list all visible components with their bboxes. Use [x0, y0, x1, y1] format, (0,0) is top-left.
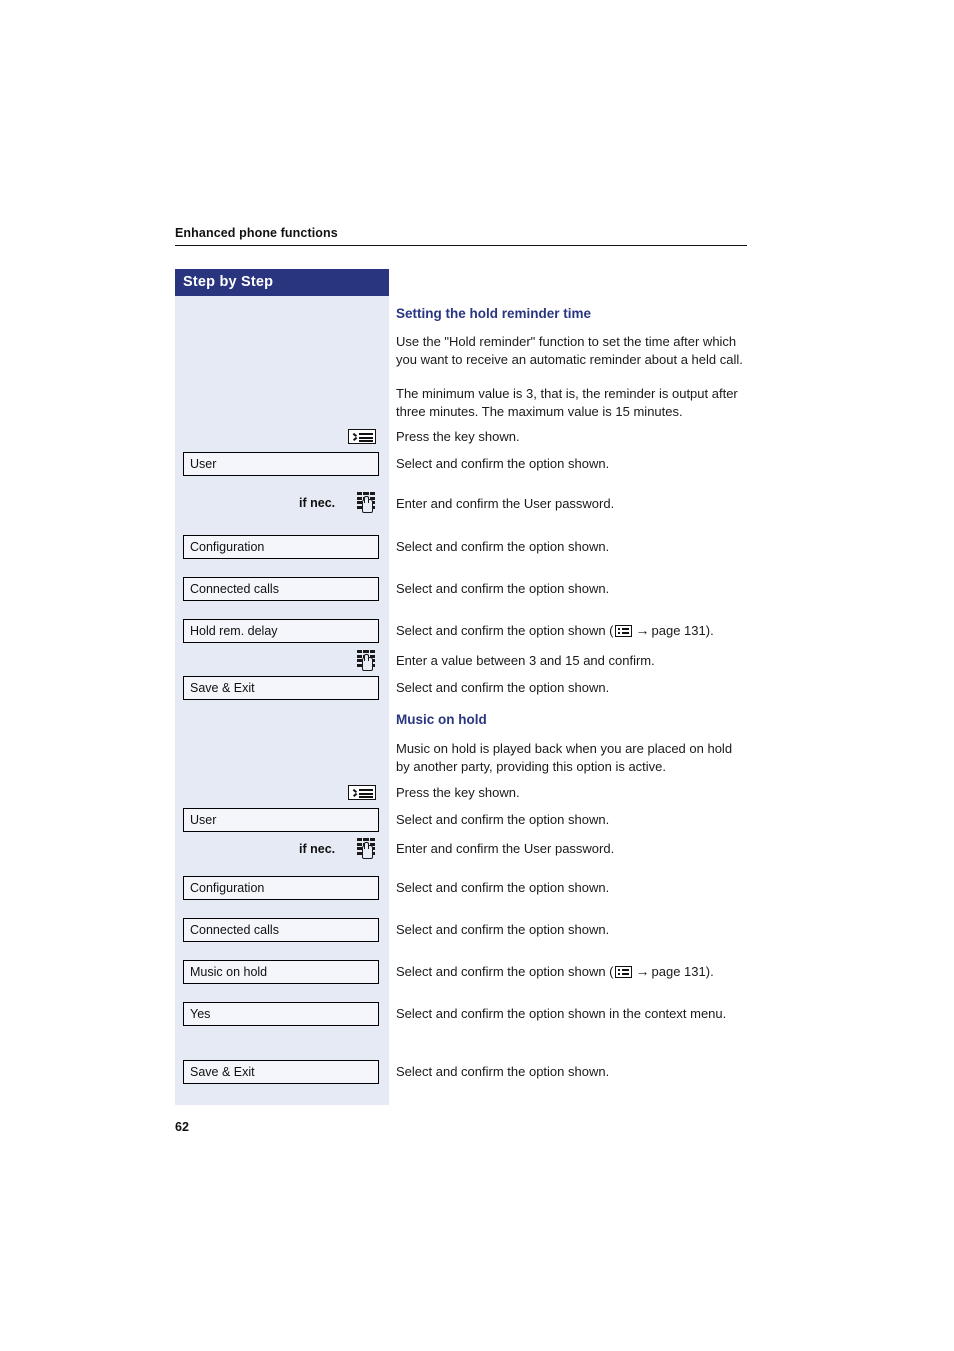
- step-left-cell: Music on hold: [175, 960, 389, 988]
- step-left-cell: [175, 784, 389, 808]
- step-row: Yes Select and confirm the option shown …: [175, 1002, 747, 1042]
- instruction-text-post: ).: [705, 964, 714, 979]
- display-option-box[interactable]: Connected calls: [183, 918, 379, 942]
- display-option-box[interactable]: Yes: [183, 1002, 379, 1026]
- step-row: Press the key shown.: [175, 428, 747, 452]
- section-intro-paragraph-1: Use the "Hold reminder" function to set …: [396, 334, 743, 367]
- menu-list-icon: [614, 966, 632, 978]
- section-intro-paragraph-2: The minimum value is 3, that is, the rem…: [396, 386, 738, 419]
- display-option-label: Connected calls: [190, 582, 279, 596]
- section-heading-music-on-hold: Music on hold: [396, 712, 487, 727]
- display-option-box[interactable]: Configuration: [183, 876, 379, 900]
- display-option-box[interactable]: Connected calls: [183, 577, 379, 601]
- step-row: Configuration Select and confirm the opt…: [175, 535, 747, 563]
- step-row: Press the key shown.: [175, 784, 747, 808]
- step-row: Music on hold Select and confirm the opt…: [175, 960, 747, 988]
- step-row: Save & Exit Select and confirm the optio…: [175, 1060, 747, 1088]
- step-row: if nec. Enter and confirm the User passw…: [175, 838, 747, 862]
- step-left-cell: if nec.: [175, 838, 389, 862]
- display-option-label: Music on hold: [190, 965, 268, 979]
- step-instruction: Press the key shown.: [396, 785, 520, 800]
- if-necessary-label: if nec.: [299, 842, 336, 856]
- document-page: Enhanced phone functions Step by Step Se…: [0, 0, 954, 1351]
- running-header-title: Enhanced phone functions: [175, 226, 338, 240]
- display-option-box[interactable]: User: [183, 452, 379, 476]
- step-instruction: Select and confirm the option shown.: [396, 581, 610, 596]
- display-option-box[interactable]: Music on hold: [183, 960, 379, 984]
- section-intro-paragraph-1: Music on hold is played back when you ar…: [396, 741, 733, 774]
- step-left-cell: [175, 650, 389, 674]
- step-left-cell: Save & Exit: [175, 676, 389, 704]
- step-row: User Select and confirm the option shown…: [175, 808, 747, 836]
- step-by-step-header: Step by Step: [175, 269, 389, 296]
- display-option-box[interactable]: Save & Exit: [183, 1060, 379, 1084]
- menu-list-icon: [614, 625, 632, 637]
- instruction-text-pre: Select and confirm the option shown (: [396, 623, 614, 638]
- step-instruction: Select and confirm the option shown.: [396, 539, 610, 554]
- arrow-right-icon: →: [635, 622, 650, 638]
- step-row: Connected calls Select and confirm the o…: [175, 918, 747, 946]
- step-row: User Select and confirm the option shown…: [175, 452, 747, 480]
- keypad-icon[interactable]: [357, 650, 375, 671]
- step-row: if nec. Enter and confirm the User passw…: [175, 492, 747, 516]
- step-instruction: Enter and confirm the User password.: [396, 496, 615, 511]
- display-option-box[interactable]: Save & Exit: [183, 676, 379, 700]
- if-necessary-label: if nec.: [299, 496, 336, 510]
- display-option-box[interactable]: Configuration: [183, 535, 379, 559]
- step-left-cell: Configuration: [175, 876, 389, 904]
- step-by-step-heading: Step by Step: [183, 274, 274, 290]
- step-instruction: Select and confirm the option shown.: [396, 880, 610, 895]
- step-left-cell: Save & Exit: [175, 1060, 389, 1088]
- display-option-label: Configuration: [190, 881, 265, 895]
- step-left-cell: User: [175, 808, 389, 836]
- step-instruction: Select and confirm the option shown.: [396, 1064, 610, 1079]
- step-left-cell: Configuration: [175, 535, 389, 563]
- instruction-text-pre: Select and confirm the option shown (: [396, 964, 614, 979]
- page-reference-link[interactable]: page 131: [652, 623, 706, 638]
- step-left-cell: [175, 428, 389, 452]
- display-option-label: Yes: [190, 1007, 211, 1021]
- step-row: Hold rem. delay Select and confirm the o…: [175, 619, 747, 647]
- step-instruction: Select and confirm the option shown ( → pa…: [396, 963, 747, 981]
- step-left-cell: User: [175, 452, 389, 480]
- step-left-cell: Connected calls: [175, 918, 389, 946]
- keypad-icon[interactable]: [357, 838, 375, 859]
- step-left-cell: Yes: [175, 1002, 389, 1042]
- step-row: Enter a value between 3 and 15 and confi…: [175, 650, 747, 674]
- step-instruction: Select and confirm the option shown.: [396, 680, 610, 695]
- step-instruction: Press the key shown.: [396, 429, 520, 444]
- step-instruction: Enter a value between 3 and 15 and confi…: [396, 653, 655, 668]
- step-instruction: Select and confirm the option shown.: [396, 922, 610, 937]
- display-option-box[interactable]: Hold rem. delay: [183, 619, 379, 643]
- instruction-text-post: ).: [705, 623, 714, 638]
- display-option-label: Connected calls: [190, 923, 279, 937]
- display-option-label: Hold rem. delay: [190, 624, 278, 638]
- page-number: 62: [175, 1120, 189, 1134]
- step-left-cell: if nec.: [175, 492, 389, 516]
- display-option-box[interactable]: User: [183, 808, 379, 832]
- step-row: Save & Exit Select and confirm the optio…: [175, 676, 747, 704]
- menu-key-icon[interactable]: [348, 785, 376, 800]
- step-instruction: Select and confirm the option shown.: [396, 456, 610, 471]
- running-header: Enhanced phone functions: [175, 226, 747, 246]
- step-instruction: Select and confirm the option shown ( → pa…: [396, 622, 747, 640]
- display-option-label: Save & Exit: [190, 1065, 255, 1079]
- step-instruction: Select and confirm the option shown.: [396, 812, 610, 827]
- header-rule: [175, 245, 747, 246]
- arrow-right-icon: →: [635, 963, 650, 979]
- step-left-cell: Hold rem. delay: [175, 619, 389, 647]
- section-heading-hold-reminder: Setting the hold reminder time: [396, 306, 592, 321]
- step-instruction: Select and confirm the option shown in t…: [396, 1006, 727, 1021]
- display-option-label: Configuration: [190, 540, 265, 554]
- step-instruction: Enter and confirm the User password.: [396, 841, 615, 856]
- keypad-icon[interactable]: [357, 492, 375, 513]
- step-left-cell: Connected calls: [175, 577, 389, 605]
- display-option-label: Save & Exit: [190, 681, 255, 695]
- step-row: Configuration Select and confirm the opt…: [175, 876, 747, 904]
- menu-key-icon[interactable]: [348, 429, 376, 444]
- step-row: Connected calls Select and confirm the o…: [175, 577, 747, 605]
- display-option-label: User: [190, 457, 217, 471]
- page-reference-link[interactable]: page 131: [652, 964, 706, 979]
- display-option-label: User: [190, 813, 217, 827]
